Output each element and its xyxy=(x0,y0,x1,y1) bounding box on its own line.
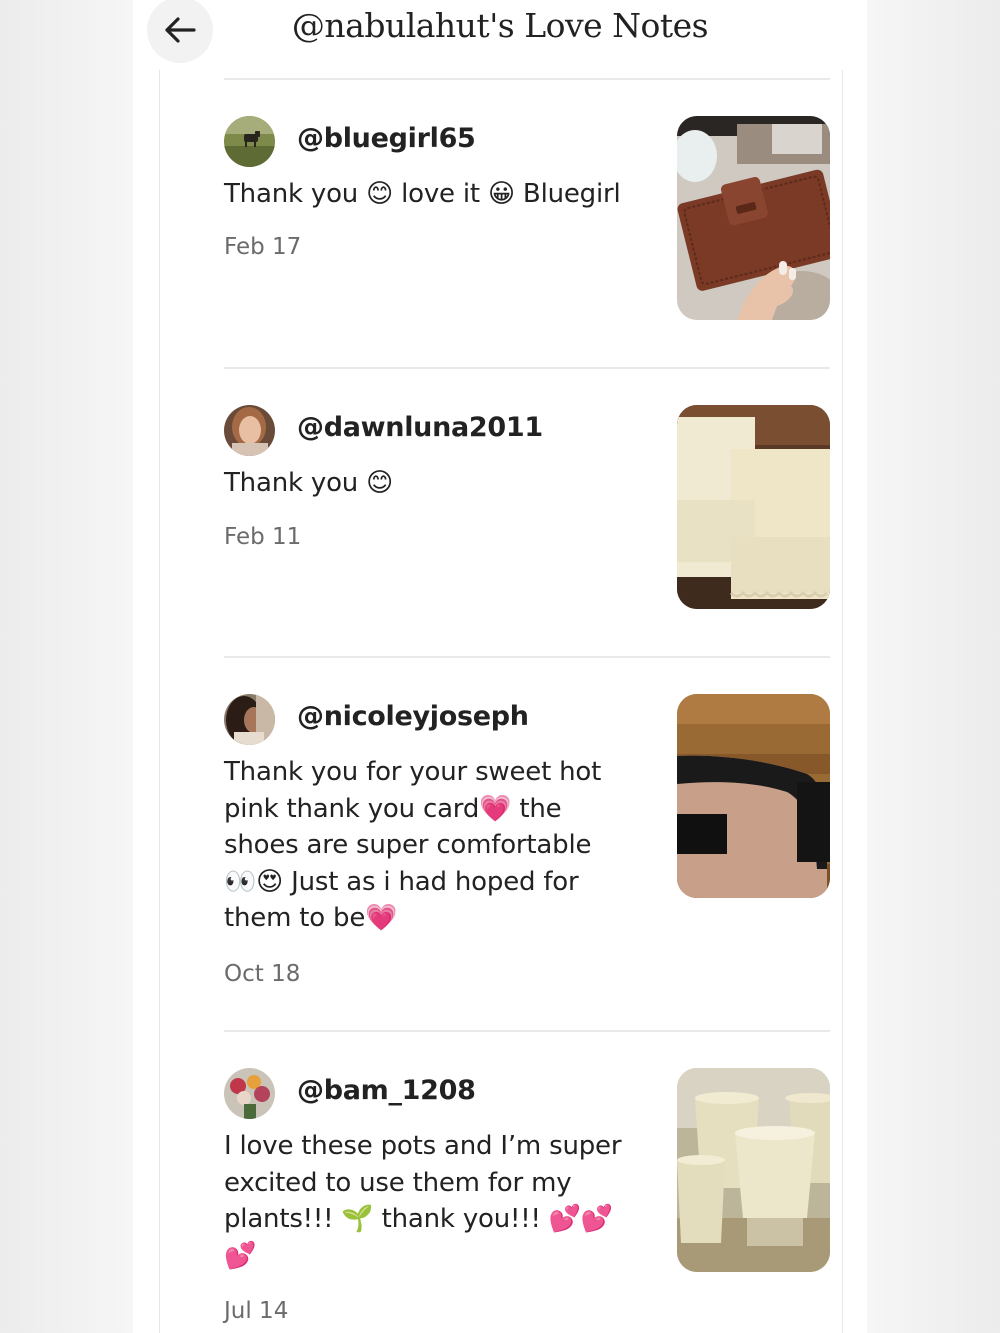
note-date: Oct 18 xyxy=(224,961,301,987)
love-note-card: @dawnluna2011 Thank you 😊 Feb 11 xyxy=(224,405,830,620)
note-message: I love these pots and I’m super excited … xyxy=(224,1131,622,1271)
user-avatar[interactable] xyxy=(224,1068,275,1119)
username[interactable]: @bam_1208 xyxy=(297,1075,476,1106)
username[interactable]: @bluegirl65 xyxy=(297,123,476,154)
divider xyxy=(224,1030,830,1032)
purchased-item-photo[interactable] xyxy=(677,116,830,320)
note-message: Thank you 😊 xyxy=(224,468,394,498)
love-note-card: @bluegirl65 Thank you 😊 love it 😀 Bluegi… xyxy=(224,116,830,331)
page-title: @nabulahut's Love Notes xyxy=(291,6,709,45)
purchased-item-photo[interactable] xyxy=(677,1068,830,1272)
note-message: Thank you for your sweet hot pink thank … xyxy=(224,757,602,933)
app-screen: @bluegirl65 Thank you 😊 love it 😀 Bluegi… xyxy=(133,0,867,1333)
user-avatar[interactable] xyxy=(224,694,275,745)
note-date: Feb 11 xyxy=(224,524,302,550)
note-date: Jul 14 xyxy=(224,1298,289,1324)
purchased-item-photo[interactable] xyxy=(677,694,830,898)
header-bar: @nabulahut's Love Notes xyxy=(133,0,867,64)
user-avatar[interactable] xyxy=(224,405,275,456)
username[interactable]: @dawnluna2011 xyxy=(297,412,543,443)
divider xyxy=(224,78,830,80)
backdrop-left xyxy=(0,0,133,1333)
note-message: Thank you 😊 love it 😀 Bluegirl xyxy=(224,179,621,209)
love-note-card: @bam_1208 I love these pots and I’m supe… xyxy=(224,1068,830,1333)
love-note-card: @nicoleyjoseph Thank you for your sweet … xyxy=(224,694,830,994)
love-notes-sheet[interactable]: @bluegirl65 Thank you 😊 love it 😀 Bluegi… xyxy=(159,70,843,1333)
note-date: Feb 17 xyxy=(224,234,302,260)
username[interactable]: @nicoleyjoseph xyxy=(297,701,529,732)
backdrop-right xyxy=(867,0,1000,1333)
divider xyxy=(224,656,830,658)
user-avatar[interactable] xyxy=(224,116,275,167)
divider xyxy=(224,367,830,369)
purchased-item-photo[interactable] xyxy=(677,405,830,609)
